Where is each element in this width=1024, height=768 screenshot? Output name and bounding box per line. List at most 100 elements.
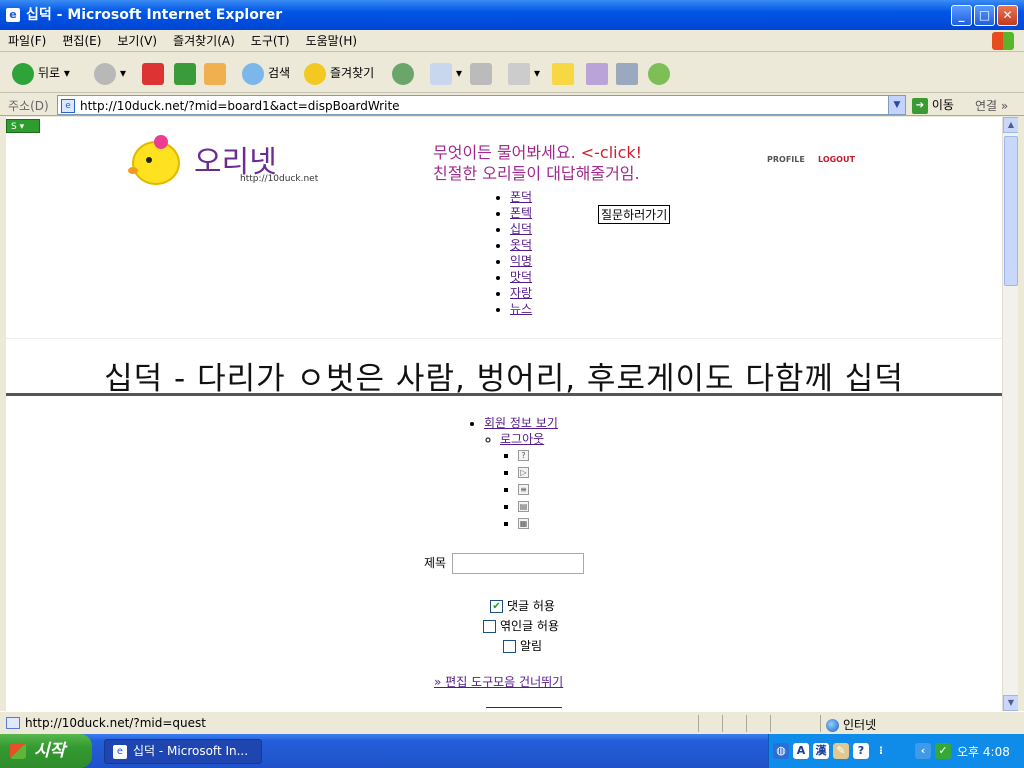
ie-icon: e — [6, 8, 20, 22]
menu-tools[interactable]: 도구(T) — [243, 30, 298, 52]
ime-options-icon[interactable]: ⁝ — [873, 743, 889, 759]
site-logo[interactable]: 오리넷 http://10duck.net — [114, 131, 326, 191]
search-icon — [242, 62, 264, 85]
member-logout-link[interactable]: 로그아웃 — [500, 432, 544, 446]
menu-view[interactable]: 보기(V) — [109, 30, 165, 52]
list-icon[interactable]: ≡ — [518, 484, 529, 495]
forward-button[interactable]: ▾ — [94, 59, 126, 87]
messenger-icon — [648, 62, 670, 85]
title-input[interactable] — [451, 553, 584, 574]
skip-toolbar-link[interactable]: » 편집 도구모음 건너뛰기 — [434, 673, 563, 690]
home-button[interactable] — [204, 59, 230, 87]
window-titlebar: e 십덕 - Microsoft Internet Explorer _ □ ✕ — [0, 0, 1024, 30]
menu-edit[interactable]: 편집(E) — [54, 30, 109, 52]
address-dropdown-icon[interactable]: ▼ — [888, 96, 905, 114]
nav-link[interactable]: 뉴스 — [510, 302, 532, 316]
go-button[interactable]: ➔ 이동 — [912, 95, 954, 115]
main-nav: 폰덕 폰텍 십덕 옷덕 익명 맛덕 자랑 뉴스 — [494, 189, 532, 317]
divider — [6, 393, 1002, 396]
maximize-button[interactable]: □ — [974, 5, 995, 26]
research-icon — [586, 62, 608, 85]
history-button[interactable] — [392, 59, 418, 87]
edit-button[interactable]: ▾ — [508, 59, 540, 87]
toolbar: 뒤로 ▾ ▾ 검색 즐겨찾기 ▾ ▾ — [0, 53, 1024, 93]
refresh-icon — [174, 62, 196, 85]
print-button[interactable] — [470, 59, 496, 87]
nav-link[interactable]: 익명 — [510, 254, 532, 268]
windows-logo-icon — [10, 743, 26, 759]
allow-trackback-checkbox[interactable]: 엮인글 허용 — [483, 617, 559, 634]
ime-mode-icon[interactable]: A — [793, 743, 809, 759]
system-tray: ◍ A 漢 ✎ ? ⁝ ‹ ✓ 오후 4:08 — [768, 734, 1024, 768]
nav-link[interactable]: 자랑 — [510, 286, 532, 300]
messenger-button[interactable] — [648, 59, 674, 87]
back-button[interactable]: 뒤로 ▾ — [12, 59, 70, 87]
ime-help-icon[interactable]: ? — [853, 743, 869, 759]
search-button[interactable]: 검색 — [242, 59, 290, 87]
favorites-button[interactable]: 즐겨찾기 — [304, 59, 374, 87]
allow-comment-checkbox[interactable]: ✔ 댓글 허용 — [490, 597, 555, 614]
gallery-icon[interactable]: ▦ — [518, 518, 529, 529]
member-menu: 회원 정보 보기 로그아웃 ? ▷ ≡ ▤ ▦ — [468, 415, 558, 529]
nav-item: 폰덕 — [510, 189, 532, 205]
nav-link[interactable]: 폰텍 — [510, 206, 532, 220]
window-title: 십덕 - Microsoft Internet Explorer — [26, 7, 283, 23]
start-button[interactable]: 시작 — [0, 734, 92, 768]
address-label: 주소(D) — [8, 99, 49, 113]
member-info-link[interactable]: 회원 정보 보기 — [484, 416, 558, 430]
refresh-button[interactable] — [174, 59, 200, 87]
profile-link[interactable]: PROFILE — [767, 155, 805, 164]
ime-pad-icon[interactable]: ✎ — [833, 743, 849, 759]
nav-item: 옷덕 — [510, 237, 532, 253]
minimize-button[interactable]: _ — [951, 5, 972, 26]
menu-file[interactable]: 파일(F) — [0, 30, 54, 52]
discuss-button[interactable] — [552, 59, 578, 87]
taskbar-item-ie[interactable]: e 십덕 - Microsoft In... — [104, 739, 262, 764]
nav-item: 뉴스 — [510, 301, 532, 317]
webzine-icon[interactable]: ▤ — [518, 501, 529, 512]
nav-link[interactable]: 옷덕 — [510, 238, 532, 252]
menu-favorites[interactable]: 즐겨찾기(A) — [165, 30, 243, 52]
nav-link[interactable]: 십덕 — [510, 222, 532, 236]
vertical-scrollbar[interactable]: ▲ ▼ — [1002, 117, 1019, 711]
board-title: 십덕 - 다리가 ㅇ벗은 사람, 벙어리, 후로게이도 다함께 십덕 — [104, 361, 904, 397]
mail-icon — [430, 62, 452, 85]
books-icon — [616, 62, 638, 85]
research-button[interactable] — [586, 59, 612, 87]
toolbar-toggle-button[interactable]: S ▾ — [6, 119, 40, 133]
help-icon[interactable]: ? — [518, 450, 529, 461]
tray-app-icon[interactable]: ✓ — [935, 743, 951, 759]
edit-icon — [508, 62, 530, 85]
links-button[interactable]: 연결 » — [975, 97, 1008, 114]
nav-item: 폰텍 — [510, 205, 532, 221]
checkbox-checked-icon: ✔ — [490, 600, 503, 613]
scroll-thumb[interactable] — [1004, 136, 1018, 286]
address-url: http://10duck.net/?mid=board1&act=dispBo… — [80, 99, 400, 113]
write-icon[interactable]: ▷ — [518, 467, 529, 478]
nav-link[interactable]: 맛덕 — [510, 270, 532, 284]
scroll-down-icon[interactable]: ▼ — [1003, 695, 1019, 711]
mail-button[interactable]: ▾ — [430, 59, 462, 87]
logout-link[interactable]: LOGOUT — [818, 155, 855, 164]
checkbox-icon — [503, 640, 516, 653]
tray-expand-icon[interactable]: ‹ — [915, 743, 931, 759]
tools-button[interactable] — [616, 59, 642, 87]
nav-item: 자랑 — [510, 285, 532, 301]
hanja-icon[interactable]: 漢 — [813, 743, 829, 759]
menu-help[interactable]: 도움말(H) — [298, 30, 366, 52]
slogan-line-2: 친절한 오리들이 대답해줄거임. — [433, 164, 640, 183]
page-icon: e — [61, 99, 75, 113]
close-button[interactable]: ✕ — [997, 5, 1018, 26]
taskbar: 시작 e 십덕 - Microsoft In... ◍ A 漢 ✎ ? ⁝ ‹ ✓… — [0, 734, 1024, 768]
address-input[interactable]: e http://10duck.net/?mid=board1&act=disp… — [57, 95, 906, 115]
checkbox-icon — [483, 620, 496, 633]
nav-link[interactable]: 폰덕 — [510, 190, 532, 204]
scroll-up-icon[interactable]: ▲ — [1003, 117, 1019, 133]
notify-checkbox[interactable]: 알림 — [503, 637, 542, 654]
home-icon — [204, 62, 226, 85]
language-globe-icon[interactable]: ◍ — [773, 743, 789, 759]
back-arrow-icon — [12, 62, 34, 85]
menu-bar: 파일(F) 편집(E) 보기(V) 즐겨찾기(A) 도구(T) 도움말(H) — [0, 30, 1024, 52]
ask-question-button[interactable]: 질문하러가기 — [598, 205, 671, 224]
stop-button[interactable] — [142, 59, 168, 87]
